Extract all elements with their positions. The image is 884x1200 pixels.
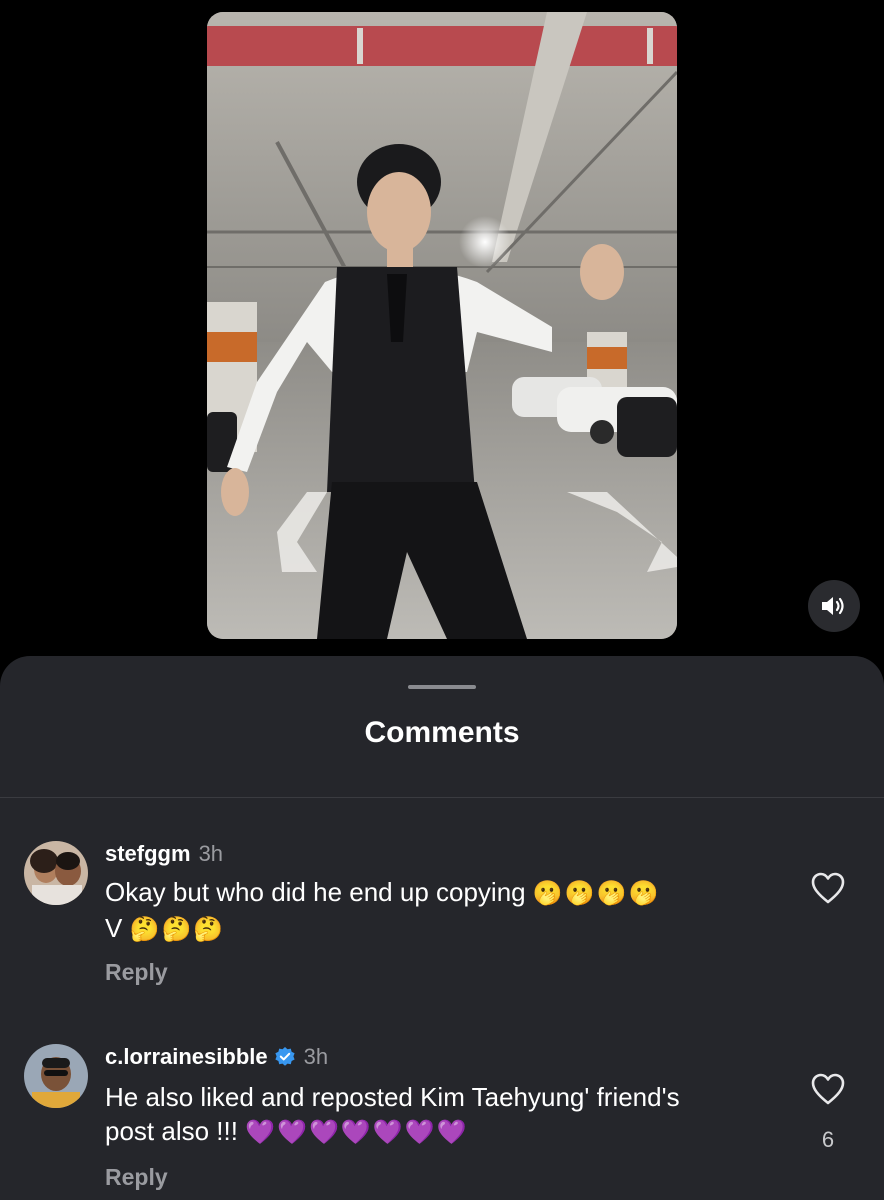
- sheet-divider: [0, 797, 884, 798]
- reply-button[interactable]: Reply: [105, 959, 168, 986]
- like-count: 6: [821, 1127, 835, 1152]
- comment-text-line2: post also !!!: [105, 1116, 238, 1146]
- avatar[interactable]: [24, 841, 88, 905]
- sheet-title: Comments: [364, 716, 520, 749]
- heart-outline-icon: [811, 872, 845, 904]
- like-button[interactable]: [810, 1072, 846, 1106]
- video-frame-image: [207, 12, 677, 639]
- comment-header: stefggm 3h: [105, 841, 223, 867]
- comment-username[interactable]: c.lorrainesibble: [105, 1044, 268, 1070]
- comment-emoji-line2: 🤔🤔🤔: [129, 916, 226, 943]
- comments-sheet: Comments stefggm 3h Okay but who did he …: [0, 656, 884, 1200]
- avatar-image: [24, 1044, 88, 1108]
- verified-badge-icon: [275, 1047, 295, 1066]
- mute-toggle-button[interactable]: [808, 580, 860, 632]
- reply-button[interactable]: Reply: [105, 1164, 168, 1191]
- comment-emoji-line2: 💜💜💜💜💜💜💜: [245, 1119, 469, 1146]
- comment-text-line1: He also liked and reposted Kim Taehyung'…: [105, 1082, 680, 1112]
- verified-badge: [274, 1046, 296, 1068]
- sheet-grabber-handle[interactable]: [408, 685, 476, 689]
- comment-text-line1: Okay but who did he end up copying: [105, 877, 526, 907]
- comment-header: c.lorrainesibble 3h: [105, 1044, 328, 1070]
- comment-time: 3h: [303, 1044, 329, 1069]
- avatar[interactable]: [24, 1044, 88, 1108]
- comment-time: 3h: [198, 841, 224, 866]
- comment-emoji-line1: 🫢🫢🫢🫢: [532, 880, 661, 907]
- comment-text: He also liked and reposted Kim Taehyung'…: [105, 1080, 755, 1150]
- comment-text: Okay but who did he end up copying 🫢🫢🫢🫢 …: [105, 875, 755, 947]
- avatar-image: [24, 841, 88, 905]
- comment-username[interactable]: stefggm: [105, 841, 191, 867]
- heart-outline-icon: [811, 1073, 845, 1105]
- reel-video[interactable]: [207, 12, 677, 639]
- like-button[interactable]: [810, 871, 846, 905]
- comment-text-line2: V: [105, 913, 123, 943]
- speaker-icon: [822, 597, 844, 615]
